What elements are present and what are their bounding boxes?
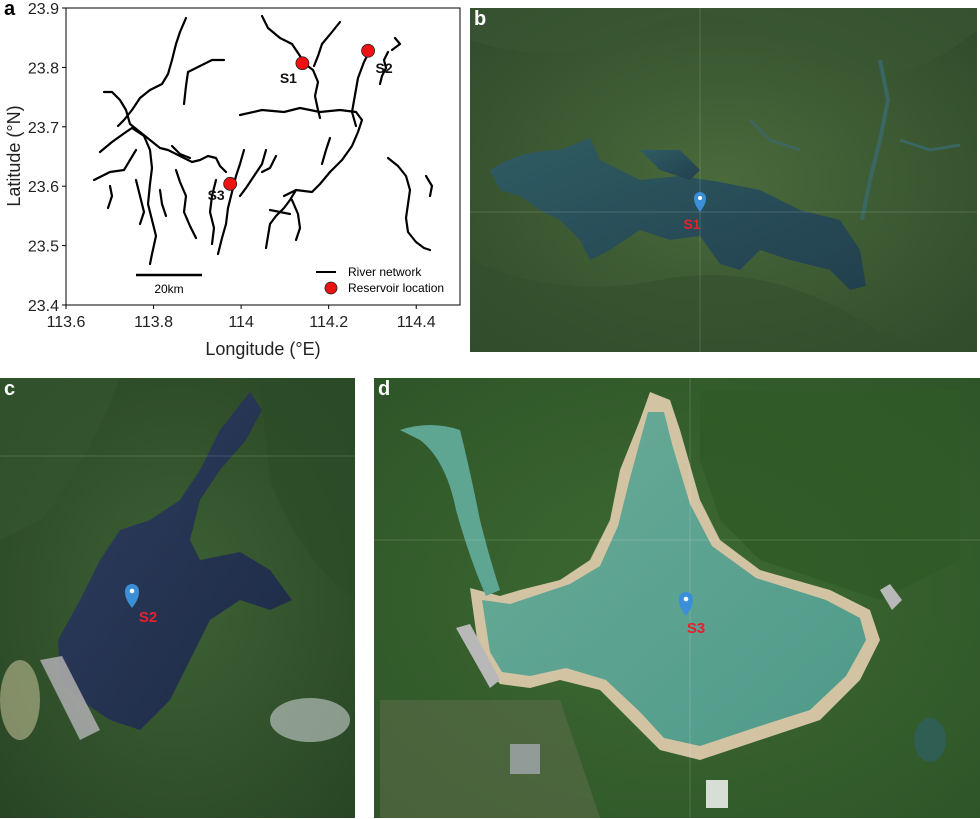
cloud [0, 660, 40, 740]
legend-reservoir-swatch [324, 281, 338, 295]
reservoir-marker [223, 176, 238, 191]
reservoir-marker-label: S3 [208, 187, 225, 203]
panel-label-b: b [474, 8, 487, 30]
y-tick-label: 23.8 [28, 60, 59, 77]
y-axis-label: Latitude (°N) [4, 105, 24, 206]
x-tick-label: 114.4 [397, 314, 436, 331]
legend-reservoir-label: Reservoir location [348, 281, 444, 295]
reservoir-marker [361, 43, 375, 58]
buildings [510, 744, 540, 774]
x-tick-label: 113.8 [134, 314, 173, 331]
panel-a-map: 113.6 113.8 114 114.2 114.4 23.4 23.5 23.6 23.7 2… [4, 1, 461, 359]
x-axis-label: Longitude (°E) [205, 339, 320, 359]
cloud [270, 698, 350, 742]
figure-canvas: 113.6 113.8 114 114.2 114.4 23.4 23.5 23.6 23.7 2… [0, 1, 980, 818]
y-tick-label: 23.7 [28, 120, 59, 137]
reservoir-marker [295, 56, 310, 71]
y-tick-label: 23.5 [28, 239, 59, 256]
panel-b-satellite [470, 8, 977, 352]
site-label-s3: S3 [687, 620, 705, 637]
panel-c-satellite [0, 378, 355, 818]
x-tick-label: 113.6 [47, 314, 86, 331]
x-tick-label: 114.2 [309, 314, 348, 331]
site-label-s2: S2 [139, 609, 157, 626]
reservoir-marker-label: S2 [376, 60, 393, 76]
reservoir-marker-label: S1 [280, 70, 297, 86]
pond [914, 718, 946, 762]
y-tick-label: 23.9 [28, 1, 59, 18]
panel-label-c: c [4, 378, 16, 400]
legend-river-label: River network [348, 265, 422, 279]
y-tick-label: 23.4 [28, 298, 59, 315]
site-label-s1: S1 [683, 216, 700, 232]
buildings [706, 780, 728, 808]
panel-label-d: d [378, 378, 391, 400]
y-tick-label: 23.6 [28, 179, 59, 196]
panel-label-a: a [4, 0, 16, 20]
x-tick-label: 114 [228, 314, 254, 331]
panel-d-satellite [374, 378, 980, 818]
scale-bar-label: 20km [154, 282, 183, 296]
